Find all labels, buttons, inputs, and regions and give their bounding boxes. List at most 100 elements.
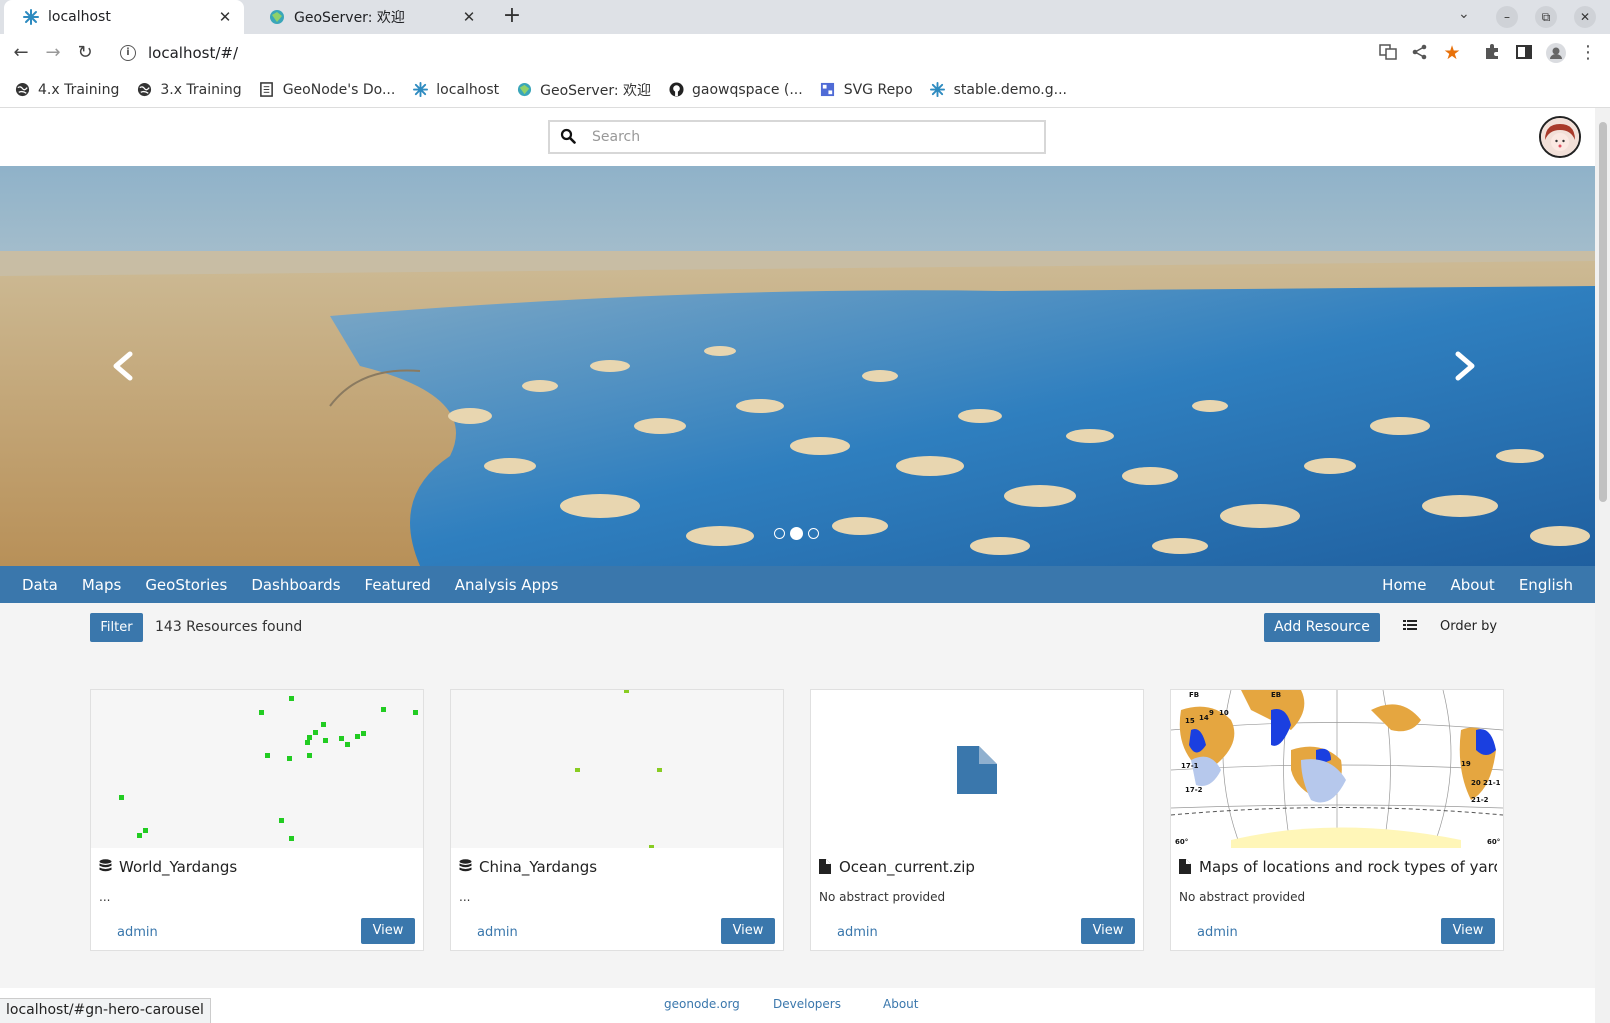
card-abstract: ... — [459, 890, 471, 904]
user-avatar[interactable] — [1539, 116, 1581, 158]
bookmark-localhost[interactable]: localhost — [412, 82, 499, 98]
card-thumbnail[interactable] — [91, 690, 423, 848]
resource-card-world-yardangs[interactable]: World_Yardangs ... admin View — [90, 689, 424, 951]
bookmark-label: GeoNode's Do... — [282, 81, 396, 98]
bookmark-4x-training[interactable]: 4.x Training — [14, 82, 119, 98]
map-label: 17-2 — [1185, 786, 1203, 794]
search-icon — [560, 128, 578, 146]
footer-link-geonode[interactable]: geonode.org — [664, 997, 740, 1011]
map-label: 20 — [1471, 779, 1481, 787]
language-selector[interactable]: English — [1507, 576, 1585, 594]
point-map-thumbnail — [575, 690, 662, 848]
nav-data[interactable]: Data — [10, 576, 70, 594]
card-view-button[interactable]: View — [361, 918, 415, 944]
map-label: 60° — [1175, 838, 1188, 846]
search-bar[interactable] — [548, 120, 1046, 154]
add-resource-button[interactable]: Add Resource — [1264, 613, 1380, 642]
nav-analysis-apps[interactable]: Analysis Apps — [443, 576, 571, 594]
profile-icon[interactable] — [1546, 43, 1566, 63]
nav-home[interactable]: Home — [1370, 576, 1438, 594]
bookmark-stable-demo[interactable]: stable.demo.g... — [930, 82, 1067, 98]
reload-icon[interactable]: ↻ — [74, 42, 96, 64]
footer-link-about[interactable]: About — [883, 997, 918, 1011]
card-thumbnail[interactable] — [451, 690, 783, 848]
nav-dashboards[interactable]: Dashboards — [239, 576, 352, 594]
card-thumbnail[interactable] — [811, 690, 1143, 848]
dataset-icon — [99, 859, 113, 875]
github-icon — [668, 82, 684, 98]
hero-carousel[interactable] — [0, 166, 1595, 566]
card-abstract: No abstract provided — [1179, 890, 1306, 904]
bookmark-label: localhost — [436, 81, 500, 98]
point-map-thumbnail — [119, 696, 418, 841]
address-bar[interactable]: i localhost/#/ — [110, 37, 1370, 69]
card-owner-link[interactable]: admin — [837, 925, 878, 940]
new-tab-button[interactable]: + — [499, 4, 525, 30]
card-owner-link[interactable]: admin — [477, 925, 518, 940]
list-view-icon[interactable] — [1403, 619, 1419, 635]
extensions-puzzle-icon[interactable] — [1482, 43, 1502, 63]
card-thumbnail[interactable]: FB EB 15 14 9 10 17-1 17-2 19 20 21-1 21… — [1171, 690, 1503, 848]
nav-about[interactable]: About — [1438, 576, 1506, 594]
bookmark-label: GeoServer: 欢迎 — [540, 82, 651, 99]
file-icon — [957, 746, 997, 794]
bookmark-3x-training[interactable]: 3.x Training — [136, 82, 242, 98]
browser-tab-strip: localhost ✕ GeoServer: 欢迎 ✕ + ⌄ – ⧉ ✕ — [0, 0, 1610, 34]
tab-localhost[interactable]: localhost ✕ — [4, 0, 244, 34]
card-title[interactable]: Ocean_current.zip — [819, 858, 1137, 876]
scrollbar-thumb[interactable] — [1599, 122, 1607, 502]
bookmark-geoserver[interactable]: GeoServer: 欢迎 — [516, 80, 651, 100]
browser-menu-icon[interactable]: ⋮ — [1578, 43, 1598, 63]
page-scrollbar[interactable] — [1595, 108, 1610, 1023]
carousel-dot-active[interactable] — [790, 527, 803, 540]
world-map-thumbnail: FB EB 15 14 9 10 17-1 17-2 19 20 21-1 21… — [1171, 690, 1503, 848]
search-input[interactable] — [592, 129, 1032, 145]
nav-maps[interactable]: Maps — [70, 576, 133, 594]
site-info-icon[interactable]: i — [120, 45, 136, 61]
nav-featured[interactable]: Featured — [353, 576, 443, 594]
card-view-button[interactable]: View — [721, 918, 775, 944]
document-icon — [259, 82, 275, 98]
carousel-prev-arrow[interactable] — [104, 346, 144, 386]
card-abstract: ... — [99, 890, 111, 904]
card-view-button[interactable]: View — [1081, 918, 1135, 944]
bookmark-gaowqspace[interactable]: gaowqspace (... — [668, 82, 803, 98]
card-owner-link[interactable]: admin — [117, 925, 158, 940]
back-arrow-icon[interactable]: ← — [10, 42, 32, 64]
translate-icon[interactable] — [1378, 43, 1398, 63]
carousel-next-arrow[interactable] — [1444, 346, 1484, 386]
close-window-button[interactable]: ✕ — [1574, 6, 1596, 28]
card-title[interactable]: China_Yardangs — [459, 858, 777, 876]
tab-close-icon[interactable]: ✕ — [216, 8, 234, 26]
restore-button[interactable]: ⧉ — [1535, 6, 1557, 28]
tab-close-icon[interactable]: ✕ — [460, 8, 478, 26]
resource-card-ocean-current[interactable]: Ocean_current.zip No abstract provided a… — [810, 689, 1144, 951]
card-title[interactable]: World_Yardangs — [99, 858, 417, 876]
share-icon[interactable] — [1410, 43, 1430, 63]
carousel-dot[interactable] — [808, 528, 819, 539]
card-title-text: World_Yardangs — [119, 858, 238, 876]
bookmark-label: stable.demo.g... — [953, 81, 1067, 98]
bookmark-svg-repo[interactable]: SVG Repo — [820, 82, 913, 98]
order-by-dropdown[interactable]: Order by — [1440, 619, 1497, 634]
card-view-button[interactable]: View — [1441, 918, 1495, 944]
tab-geoserver[interactable]: GeoServer: 欢迎 ✕ — [250, 0, 488, 34]
tab-search-dropdown-icon[interactable]: ⌄ — [1458, 6, 1470, 22]
card-owner-link[interactable]: admin — [1197, 925, 1238, 940]
minimize-button[interactable]: – — [1496, 6, 1518, 28]
map-label: 14 — [1199, 714, 1209, 722]
side-panel-icon[interactable] — [1514, 43, 1534, 63]
filter-button[interactable]: Filter — [90, 613, 143, 642]
nav-geostories[interactable]: GeoStories — [133, 576, 239, 594]
forward-arrow-icon[interactable]: → — [42, 42, 64, 64]
resource-card-china-yardangs[interactable]: China_Yardangs ... admin View — [450, 689, 784, 951]
globe-icon — [14, 82, 30, 98]
card-title[interactable]: Maps of locations and rock types of yard… — [1179, 858, 1497, 876]
resource-card-yardang-map[interactable]: FB EB 15 14 9 10 17-1 17-2 19 20 21-1 21… — [1170, 689, 1504, 951]
footer-link-developers[interactable]: Developers — [773, 997, 841, 1011]
carousel-dot[interactable] — [774, 528, 785, 539]
bookmark-geonode-docs[interactable]: GeoNode's Do... — [259, 81, 396, 98]
geonode-icon — [22, 8, 40, 26]
bookmark-star-icon[interactable]: ★ — [1442, 43, 1462, 63]
map-label: 19 — [1461, 760, 1471, 768]
